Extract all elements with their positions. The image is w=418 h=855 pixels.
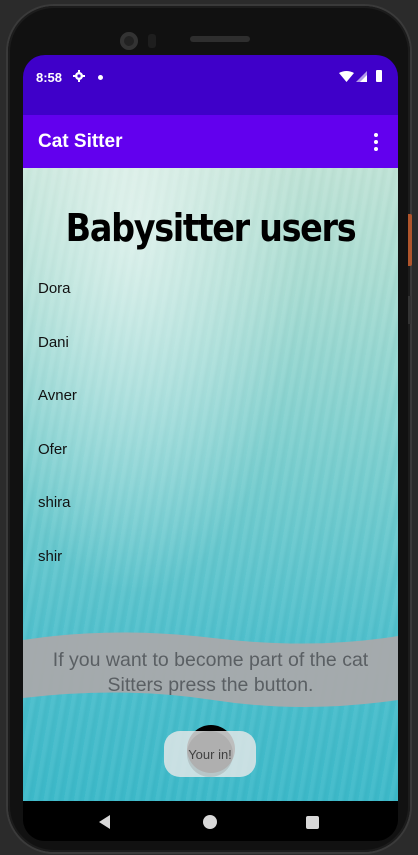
list-item: Dani (38, 333, 69, 351)
list-item: Dora (38, 280, 71, 297)
sensor (148, 34, 156, 48)
signal-icon (356, 71, 367, 82)
home-icon[interactable] (203, 815, 217, 829)
main-content: Babysitter users Dora Dani Avner Ofer sh… (23, 168, 398, 801)
earpiece-speaker (190, 36, 250, 42)
user-list: Dora Dani Avner Ofer shira shir (38, 280, 77, 601)
banner-text: If you want to become part of the cat Si… (52, 649, 369, 696)
front-camera (120, 32, 138, 50)
power-button (408, 214, 412, 266)
list-item: Avner (38, 387, 77, 404)
battery-icon (376, 70, 382, 82)
navigation-bar (23, 801, 398, 841)
volume-button (408, 296, 411, 324)
list-item: Ofer (38, 440, 68, 458)
status-bar: 8:58 (23, 55, 398, 115)
back-icon[interactable] (99, 815, 110, 829)
screen: 8:58 Cat Sitter Babysitter users Dora Da… (23, 55, 398, 841)
list-item: shir (38, 547, 63, 565)
info-banner: If you want to become part of the cat Si… (23, 630, 398, 710)
list-item: shira (38, 494, 71, 511)
status-time: 8:58 (36, 70, 63, 85)
join-button[interactable]: Your in! (164, 731, 256, 777)
app-title: Cat Sitter (38, 131, 123, 152)
recents-icon[interactable] (306, 816, 319, 829)
wifi-icon (339, 71, 354, 82)
gear-icon (73, 70, 85, 82)
page-title: Babysitter users (65, 206, 357, 250)
more-vert-icon[interactable] (371, 133, 381, 151)
app-bar: Cat Sitter (23, 115, 398, 168)
notification-dot-icon (98, 75, 103, 80)
